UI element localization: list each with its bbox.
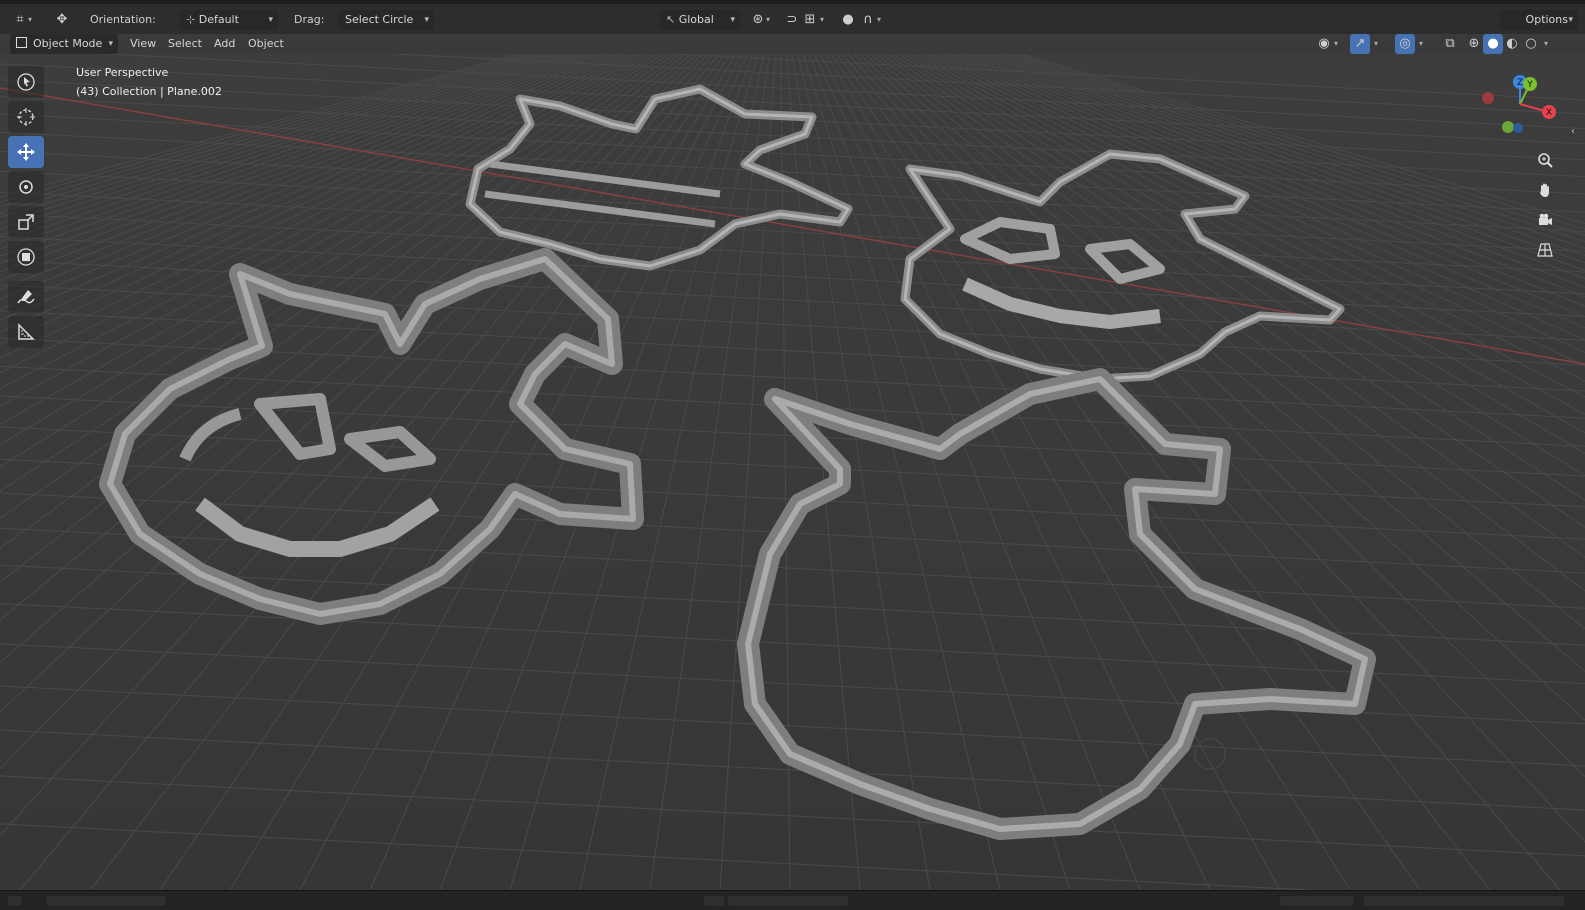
xray-toggle-icon[interactable]: ⧉	[1440, 34, 1460, 54]
status-icon-left	[8, 896, 22, 906]
options-dropdown[interactable]: Options ▾	[1500, 10, 1578, 30]
perspective-toggle-icon[interactable]	[1533, 238, 1557, 262]
status-segment-far-right	[1364, 896, 1564, 906]
falloff-curve-icon[interactable]: ∩	[858, 10, 878, 30]
rotate-icon	[19, 180, 33, 194]
scale-icon	[18, 214, 34, 230]
rendered-shading-icon[interactable]: ○	[1521, 34, 1541, 54]
chevron-down-icon: ▾	[1568, 15, 1573, 25]
chevron-down-icon[interactable]: ▾	[1374, 34, 1378, 54]
object-mode-icon	[16, 37, 27, 48]
options-label: Options	[1525, 13, 1568, 26]
orientation-dropdown[interactable]: ⊹ Default ▾	[180, 10, 278, 30]
tweak-tool-button[interactable]	[8, 66, 44, 98]
orientation-value: Default	[198, 13, 239, 26]
camera-view-icon[interactable]	[1533, 208, 1557, 232]
measure-tool-button[interactable]	[8, 316, 44, 348]
rotate-tool-button[interactable]	[8, 171, 44, 203]
menu-view[interactable]: View	[124, 34, 162, 54]
gizmo-neg-x[interactable]	[1482, 92, 1494, 104]
move-arrows-icon	[17, 143, 35, 161]
chevron-down-icon: ▾	[424, 15, 429, 25]
snap-target-icon[interactable]: ⊞	[800, 10, 820, 30]
transform-space-dropdown[interactable]: ↖ Global ▾	[660, 10, 740, 30]
status-segment-mid	[728, 896, 848, 906]
scale-tool-button[interactable]	[8, 206, 44, 238]
wireframe-shading-icon[interactable]: ⊕	[1464, 34, 1484, 54]
gizmo-toggle-icon[interactable]: ↗	[1350, 34, 1370, 54]
editor-type-chevron-icon[interactable]: ▾	[28, 10, 32, 30]
transform-pivot-icon[interactable]: ✥	[52, 10, 72, 30]
drag-dropdown[interactable]: Select Circle ▾	[339, 10, 434, 30]
gizmo-x-label: X	[1546, 108, 1552, 118]
gizmo-y-label: Y	[1526, 80, 1533, 90]
gizmo-z-label: Z	[1517, 78, 1523, 88]
annotate-tool-button[interactable]	[8, 281, 44, 313]
chevron-down-icon: ▾	[108, 39, 113, 49]
pivot-point-icon[interactable]: ⊛	[748, 10, 768, 30]
chevron-down-icon: ▾	[268, 15, 273, 25]
menu-add[interactable]: Add	[208, 34, 241, 54]
material-shading-icon[interactable]: ◐	[1502, 34, 1522, 54]
mode-value: Object Mode	[33, 37, 103, 50]
3d-viewport[interactable]: User Perspective (43) Collection | Plane…	[0, 54, 1585, 890]
header-bar: ⌗ ▾ ✥ Orientation: ⊹ Default ▾ Drag: Sel…	[0, 0, 1585, 34]
chevron-down-icon[interactable]: ▾	[1334, 34, 1338, 54]
transform-icon	[17, 248, 35, 266]
status-segment-right	[1280, 896, 1354, 906]
orientation-label: Orientation:	[90, 13, 156, 26]
chevron-left-icon[interactable]: ‹	[1571, 126, 1575, 137]
chevron-down-icon[interactable]: ▾	[820, 10, 824, 30]
pan-hand-icon[interactable]	[1533, 178, 1557, 202]
transform-tool-button[interactable]	[8, 241, 44, 273]
overlays-toggle-icon[interactable]: ◎	[1395, 34, 1415, 54]
chevron-down-icon[interactable]: ▾	[877, 10, 881, 30]
transform-space-value: Global	[678, 13, 714, 26]
menu-select[interactable]: Select	[162, 34, 208, 54]
editor-type-icon[interactable]: ⌗	[10, 10, 30, 30]
chevron-down-icon[interactable]: ▾	[1544, 34, 1548, 54]
chevron-down-icon[interactable]: ▾	[766, 10, 770, 30]
view-name: User Perspective	[76, 66, 169, 79]
solid-shading-icon[interactable]: ●	[1483, 34, 1503, 54]
cursor-tool-button[interactable]	[8, 101, 44, 133]
status-icon-mid	[704, 896, 724, 906]
chevron-down-icon: ▾	[730, 15, 735, 25]
drag-value: Select Circle	[345, 13, 414, 26]
snap-toggle-icon[interactable]: ⊃	[782, 10, 802, 30]
measure-ruler-icon	[18, 323, 35, 340]
3d-cursor-icon	[17, 108, 35, 126]
select-cursor-icon	[17, 73, 35, 91]
collection-info: (43) Collection | Plane.002	[76, 85, 222, 98]
gizmo-neg-z[interactable]	[1513, 123, 1523, 133]
viewport-scene	[0, 54, 1585, 890]
orientation-axis-icon: ⊹	[186, 13, 199, 26]
zoom-icon[interactable]	[1533, 148, 1557, 172]
mode-dropdown[interactable]: Object Mode ▾	[10, 34, 118, 54]
navigation-gizmo[interactable]: Z Y X	[1478, 72, 1558, 142]
status-bar	[0, 890, 1585, 910]
drag-label: Drag:	[294, 13, 325, 26]
sidebar-toggle[interactable]: ‹	[1567, 108, 1585, 890]
menu-object[interactable]: Object	[242, 34, 290, 54]
axis-icon: ↖	[666, 13, 679, 26]
gizmo-neg-y[interactable]	[1502, 121, 1514, 133]
annotate-pencil-icon	[17, 290, 35, 304]
tool-shelf	[8, 66, 48, 351]
chevron-down-icon[interactable]: ▾	[1419, 34, 1423, 54]
viewport-header: Object Mode ▾ View Select Add Object ◉ ▾…	[0, 34, 1585, 54]
move-tool-button[interactable]	[8, 136, 44, 168]
status-segment-left	[46, 896, 166, 906]
visibility-eye-icon[interactable]: ◉	[1314, 34, 1334, 54]
proportional-editing-icon[interactable]: ●	[838, 10, 858, 30]
